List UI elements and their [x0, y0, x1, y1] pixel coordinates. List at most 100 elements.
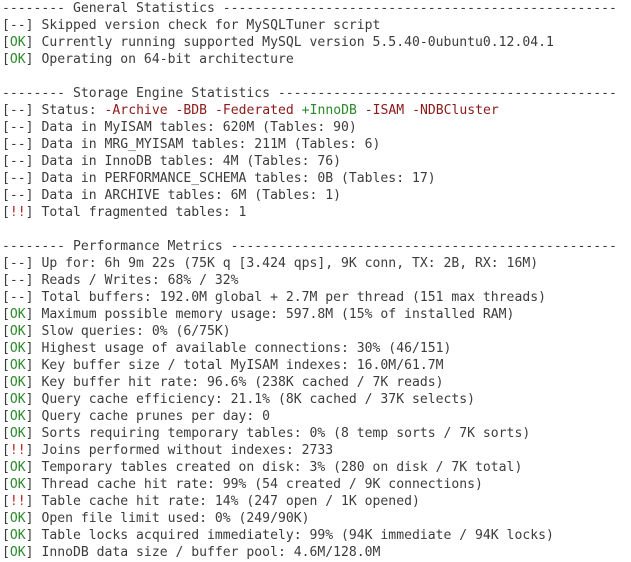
log-line: [OK] Open file limit used: 0% (249/90K) — [0, 510, 631, 527]
close-bracket: ] — [25, 324, 42, 339]
log-line: [OK] Operating on 64-bit architecture — [0, 51, 631, 68]
log-line: [--] Data in InnoDB tables: 4M (Tables: … — [0, 153, 631, 170]
terminal-output: -------- General Statistics ------------… — [0, 0, 631, 562]
close-bracket: ] — [25, 358, 42, 373]
log-text: Key buffer size / total MyISAM indexes: … — [41, 358, 444, 373]
open-bracket: [ — [2, 528, 10, 543]
status-tag: !! — [9, 443, 26, 458]
log-text: Data in MyISAM tables: 620M (Tables: 90) — [41, 120, 357, 135]
open-bracket: [ — [2, 477, 10, 492]
engine-sign: - — [214, 103, 223, 118]
close-bracket: ] — [25, 375, 42, 390]
status-tag: -- — [9, 273, 26, 288]
log-text: Total buffers: 192.0M global + 2.7M per … — [41, 290, 546, 305]
engine-name: InnoDB — [309, 103, 357, 118]
log-text: Joins performed without indexes: 2733 — [41, 443, 334, 458]
close-bracket: ] — [25, 426, 42, 441]
log-line: [OK] Sorts requiring temporary tables: 0… — [0, 425, 631, 442]
status-tag: -- — [9, 154, 26, 169]
status-tag: OK — [9, 460, 26, 475]
engine-sign: + — [301, 103, 310, 118]
close-bracket: ] — [25, 205, 42, 220]
close-bracket: ] — [25, 443, 42, 458]
open-bracket: [ — [2, 545, 10, 560]
close-bracket: ] — [25, 137, 42, 152]
status-tag: -- — [9, 120, 26, 135]
close-bracket: ] — [25, 409, 42, 424]
open-bracket: [ — [2, 154, 10, 169]
status-tag: OK — [9, 375, 26, 390]
log-text: Query cache efficiency: 21.1% (8K cached… — [41, 392, 476, 407]
log-line: [OK] Query cache efficiency: 21.1% (8K c… — [0, 391, 631, 408]
log-line: [--] Reads / Writes: 68% / 32% — [0, 272, 631, 289]
log-text: Temporary tables created on disk: 3% (28… — [41, 460, 523, 475]
log-line: [OK] Table locks acquired immediately: 9… — [0, 527, 631, 544]
engine-sign: - — [364, 103, 373, 118]
log-text: Slow queries: 0% (6/75K) — [41, 324, 231, 339]
log-text: Query cache prunes per day: 0 — [41, 409, 271, 424]
status-tag: !! — [9, 494, 26, 509]
log-line: [OK] InnoDB data size / buffer pool: 4.6… — [0, 544, 631, 561]
open-bracket: [ — [2, 324, 10, 339]
open-bracket: [ — [2, 341, 10, 356]
status-tag: OK — [9, 35, 26, 50]
close-bracket: ] — [25, 120, 42, 135]
status-tag: OK — [9, 528, 26, 543]
log-text: Data in PERFORMANCE_SCHEMA tables: 0B (T… — [41, 171, 436, 186]
engine-name: Archive — [112, 103, 168, 118]
open-bracket: [ — [2, 120, 10, 135]
status-tag: !! — [9, 205, 26, 220]
log-line: [OK] Maximum possible memory usage: 597.… — [0, 306, 631, 323]
status-tag: -- — [9, 256, 26, 271]
close-bracket: ] — [25, 392, 42, 407]
log-line: [--] Data in MyISAM tables: 620M (Tables… — [0, 119, 631, 136]
close-bracket: ] — [25, 528, 42, 543]
log-text: Data in InnoDB tables: 4M (Tables: 76) — [41, 154, 342, 169]
log-line: [OK] Slow queries: 0% (6/75K) — [0, 323, 631, 340]
close-bracket: ] — [25, 494, 42, 509]
engine-sign: - — [412, 103, 420, 118]
section-header: -------- Performance Metrics -----------… — [2, 239, 617, 254]
log-text: Operating on 64-bit architecture — [41, 52, 294, 67]
log-text: Key buffer hit rate: 96.6% (238K cached … — [41, 375, 444, 390]
status-tag: OK — [9, 511, 26, 526]
open-bracket: [ — [2, 409, 10, 424]
log-text: Reads / Writes: 68% / 32% — [41, 273, 239, 288]
log-text: Data in MRG_MYISAM tables: 211M (Tables:… — [41, 137, 381, 152]
status-tag: OK — [9, 307, 26, 322]
log-line: [!!] Table cache hit rate: 14% (247 open… — [0, 493, 631, 510]
close-bracket: ] — [25, 154, 42, 169]
open-bracket: [ — [2, 137, 10, 152]
close-bracket: ] — [25, 103, 42, 118]
open-bracket: [ — [2, 290, 10, 305]
open-bracket: [ — [2, 443, 10, 458]
log-text: Table cache hit rate: 14% (247 open / 1K… — [41, 494, 420, 509]
close-bracket: ] — [25, 290, 42, 305]
status-tag: OK — [9, 358, 26, 373]
close-bracket: ] — [25, 256, 42, 271]
status-tag: -- — [9, 188, 26, 203]
log-text: Table locks acquired immediately: 99% (9… — [41, 528, 554, 543]
status-tag: -- — [9, 290, 26, 305]
log-text: Status: — [41, 103, 105, 118]
status-tag: OK — [9, 477, 26, 492]
open-bracket: [ — [2, 375, 10, 390]
open-bracket: [ — [2, 18, 10, 33]
log-text: Currently running supported MySQL versio… — [41, 35, 554, 50]
close-bracket: ] — [25, 545, 42, 560]
log-line: [OK] Temporary tables created on disk: 3… — [0, 459, 631, 476]
log-line: [OK] Highest usage of available connecti… — [0, 340, 631, 357]
close-bracket: ] — [25, 341, 42, 356]
log-line: [OK] Query cache prunes per day: 0 — [0, 408, 631, 425]
engine-name: Federated — [222, 103, 294, 118]
log-line: [OK] Currently running supported MySQL v… — [0, 34, 631, 51]
close-bracket: ] — [25, 307, 42, 322]
log-text: Highest usage of available connections: … — [41, 341, 452, 356]
log-text: Open file limit used: 0% (249/90K) — [41, 511, 310, 526]
status-tag: -- — [9, 137, 26, 152]
close-bracket: ] — [25, 477, 42, 492]
status-tag: OK — [9, 52, 26, 67]
open-bracket: [ — [2, 171, 10, 186]
